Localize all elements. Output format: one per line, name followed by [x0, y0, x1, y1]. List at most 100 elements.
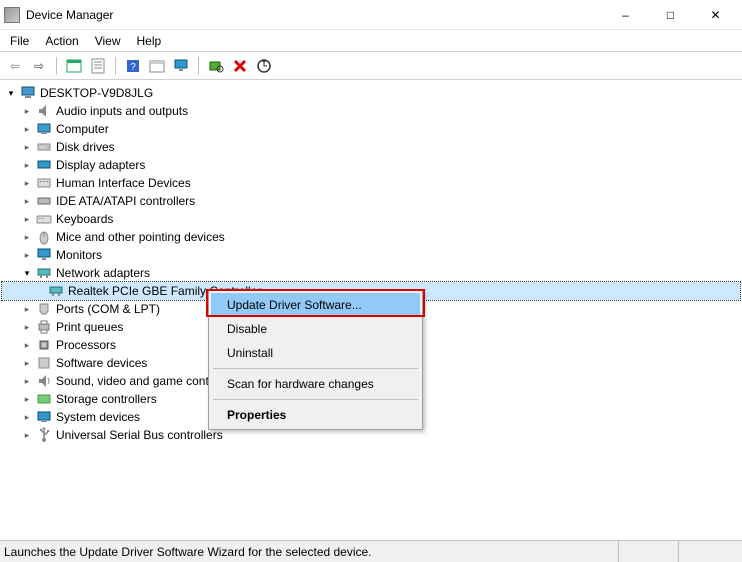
tree-node-label: Software devices — [56, 356, 147, 370]
monitor-button[interactable] — [170, 55, 192, 77]
svg-text:?: ? — [130, 62, 136, 73]
tree-node-network[interactable]: ▾ Network adapters — [2, 264, 740, 282]
context-menu: Update Driver Software... Disable Uninst… — [208, 290, 423, 430]
expander-icon[interactable]: ▸ — [20, 248, 34, 262]
audio-icon — [36, 103, 52, 119]
properties-icon — [90, 58, 106, 74]
expander-icon[interactable]: ▸ — [20, 230, 34, 244]
expander-icon[interactable]: ▸ — [20, 122, 34, 136]
sound-icon — [36, 373, 52, 389]
window-titlebar: Device Manager – □ ✕ — [0, 0, 742, 30]
forward-button[interactable]: ⇨ — [28, 55, 50, 77]
ctx-uninstall[interactable]: Uninstall — [211, 341, 420, 365]
software-icon — [36, 355, 52, 371]
window-controls: – □ ✕ — [603, 0, 738, 30]
maximize-button[interactable]: □ — [648, 0, 693, 30]
back-arrow-icon: ⇦ — [10, 59, 20, 73]
expander-icon[interactable]: ▸ — [20, 374, 34, 388]
toolbar-separator — [115, 57, 116, 75]
tree-node-label: Audio inputs and outputs — [56, 104, 188, 118]
expander-icon[interactable]: ▸ — [20, 356, 34, 370]
tree-node-mice[interactable]: ▸ Mice and other pointing devices — [2, 228, 740, 246]
tree-node-ide[interactable]: ▸ IDE ATA/ATAPI controllers — [2, 192, 740, 210]
show-hide-button[interactable] — [63, 55, 85, 77]
menu-action[interactable]: Action — [37, 32, 86, 50]
properties-button[interactable] — [87, 55, 109, 77]
tree-node-label: Computer — [56, 122, 109, 136]
scan-icon — [208, 58, 224, 74]
expander-icon[interactable]: ▸ — [20, 212, 34, 226]
printer-icon — [36, 319, 52, 335]
menu-bar: File Action View Help — [0, 30, 742, 52]
expander-icon[interactable]: ▸ — [20, 338, 34, 352]
expander-icon[interactable]: ▸ — [20, 140, 34, 154]
usb-icon — [36, 427, 52, 443]
expander-icon[interactable]: ▸ — [20, 410, 34, 424]
network-icon — [36, 265, 52, 281]
ctx-update-driver[interactable]: Update Driver Software... — [211, 293, 420, 317]
computer-root-icon — [20, 85, 36, 101]
ctx-separator — [213, 399, 418, 400]
scan-hardware-button[interactable] — [205, 55, 227, 77]
monitor-icon — [173, 58, 189, 74]
delete-icon — [232, 58, 248, 74]
help-button[interactable]: ? — [122, 55, 144, 77]
forward-arrow-icon: ⇨ — [34, 59, 44, 73]
expander-icon[interactable]: ▸ — [20, 428, 34, 442]
menu-file[interactable]: File — [2, 32, 37, 50]
expander-icon[interactable]: ▸ — [20, 194, 34, 208]
tree-node-label: Processors — [56, 338, 116, 352]
expander-icon[interactable]: ▸ — [20, 176, 34, 190]
ctx-separator — [213, 368, 418, 369]
ctx-scan[interactable]: Scan for hardware changes — [211, 372, 420, 396]
menu-help[interactable]: Help — [129, 32, 170, 50]
close-button[interactable]: ✕ — [693, 0, 738, 30]
status-cell — [678, 541, 738, 562]
action-button[interactable] — [146, 55, 168, 77]
calendar-icon — [149, 58, 165, 74]
expander-icon[interactable]: ▸ — [20, 320, 34, 334]
expander-icon[interactable]: ▸ — [20, 392, 34, 406]
update-icon — [256, 58, 272, 74]
back-button[interactable]: ⇦ — [4, 55, 26, 77]
tree-root[interactable]: ▾ DESKTOP-V9D8JLG — [2, 84, 740, 102]
expander-icon[interactable]: ▸ — [20, 158, 34, 172]
tree-node-label: Display adapters — [56, 158, 145, 172]
ctx-disable[interactable]: Disable — [211, 317, 420, 341]
tree-node-label: Ports (COM & LPT) — [56, 302, 160, 316]
network-adapter-icon — [48, 283, 64, 299]
tree-node-computer[interactable]: ▸ Computer — [2, 120, 740, 138]
status-bar: Launches the Update Driver Software Wiza… — [0, 540, 742, 562]
uninstall-button[interactable] — [229, 55, 251, 77]
tree-node-monitors[interactable]: ▸ Monitors — [2, 246, 740, 264]
storage-icon — [36, 391, 52, 407]
window-title: Device Manager — [26, 8, 603, 22]
menu-view[interactable]: View — [87, 32, 129, 50]
expander-icon[interactable]: ▾ — [20, 266, 34, 280]
mouse-icon — [36, 229, 52, 245]
tree-node-audio[interactable]: ▸ Audio inputs and outputs — [2, 102, 740, 120]
tree-node-keyboard[interactable]: ▸ Keyboards — [2, 210, 740, 228]
tree-node-disk[interactable]: ▸ Disk drives — [2, 138, 740, 156]
monitor-icon — [36, 247, 52, 263]
minimize-button[interactable]: – — [603, 0, 648, 30]
ide-icon — [36, 193, 52, 209]
update-driver-button[interactable] — [253, 55, 275, 77]
tree-node-label: Disk drives — [56, 140, 115, 154]
tree-node-label: Mice and other pointing devices — [56, 230, 225, 244]
ctx-properties[interactable]: Properties — [211, 403, 420, 427]
toolbar-separator — [198, 57, 199, 75]
expander-icon[interactable]: ▸ — [20, 302, 34, 316]
tree-root-label: DESKTOP-V9D8JLG — [40, 86, 153, 100]
app-icon — [4, 7, 20, 23]
tree-node-hid[interactable]: ▸ Human Interface Devices — [2, 174, 740, 192]
system-icon — [36, 409, 52, 425]
keyboard-icon — [36, 211, 52, 227]
disk-icon — [36, 139, 52, 155]
tree-node-label: Network adapters — [56, 266, 150, 280]
expander-icon[interactable]: ▸ — [20, 104, 34, 118]
help-icon: ? — [125, 58, 141, 74]
expander-icon[interactable]: ▾ — [4, 86, 18, 100]
computer-icon — [36, 121, 52, 137]
tree-node-display[interactable]: ▸ Display adapters — [2, 156, 740, 174]
